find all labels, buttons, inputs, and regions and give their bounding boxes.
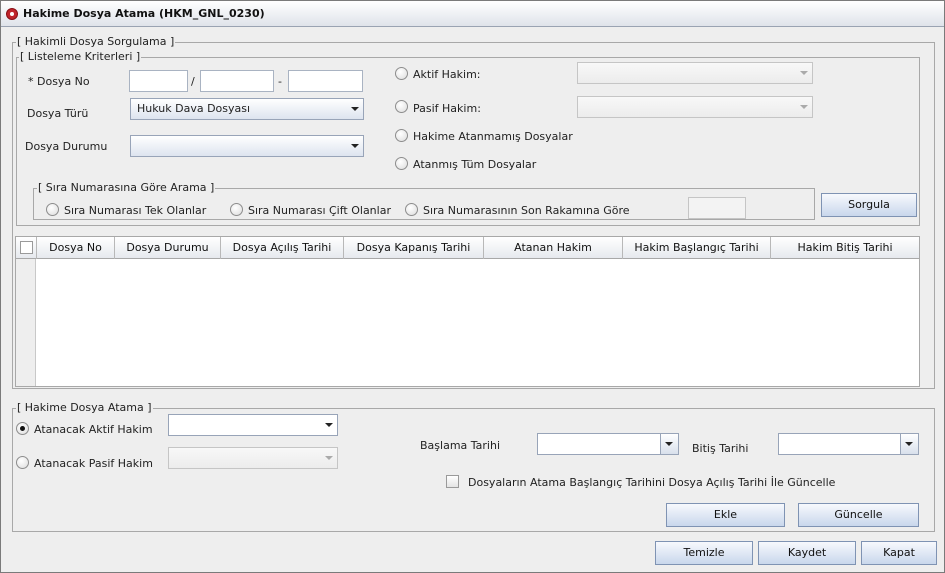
atanmamis-dosyalar-radio[interactable] [395,129,408,142]
sira-cift-label: Sıra Numarası Çift Olanlar [248,204,391,217]
atanacak-aktif-hakim-radio[interactable] [16,422,29,435]
atanacak-pasif-hakim-select[interactable] [168,447,338,469]
date-dropdown-button[interactable] [660,434,678,454]
dosya-no-year-input[interactable] [129,70,188,92]
baslama-tarihi-label: Başlama Tarihi [420,439,501,452]
sorgula-button[interactable]: Sorgula [821,193,917,217]
chevron-down-icon [351,144,359,148]
row-gutter [16,259,36,386]
window-title: Hakime Dosya Atama (HKM_GNL_0230) [23,7,265,20]
guncelle-baslangic-label: Dosyaların Atama Başlangıç Tarihini Dosy… [468,476,836,489]
column-header[interactable]: Dosya Durumu [115,237,221,259]
title-bar: Hakime Dosya Atama (HKM_GNL_0230) [1,1,944,27]
kaydet-button[interactable]: Kaydet [758,541,856,565]
atanacak-pasif-hakim-radio[interactable] [16,456,29,469]
atanacak-pasif-hakim-label: Atanacak Pasif Hakim [34,457,153,470]
app-logo-icon [6,8,18,20]
assign-group-title: [ Hakime Dosya Atama ] [16,401,153,414]
results-table[interactable]: Dosya No Dosya Durumu Dosya Açılış Tarih… [15,236,920,387]
sira-tek-radio[interactable] [46,203,59,216]
sira-son-rakam-input[interactable] [688,197,746,219]
column-header[interactable]: Hakim Bitiş Tarihi [771,237,919,259]
baslama-tarihi-date-picker[interactable] [537,433,679,455]
date-dropdown-button[interactable] [900,434,918,454]
dosya-turu-label: Dosya Türü [27,107,89,120]
column-header[interactable]: Dosya Kapanış Tarihi [344,237,484,259]
chevron-down-icon [325,423,333,427]
dosya-turu-value: Hukuk Dava Dosyası [137,102,251,115]
column-header[interactable]: Atanan Hakim [484,237,623,259]
dosya-no-label: * Dosya No [28,75,90,88]
dosya-no-number-input[interactable] [200,70,274,92]
search-group-title: [ Hakimli Dosya Sorgulama ] [16,35,176,48]
select-all-checkbox[interactable] [20,241,33,254]
sira-son-rakam-label: Sıra Numarasının Son Rakamına Göre [423,204,630,217]
table-header: Dosya No Dosya Durumu Dosya Açılış Tarih… [16,237,919,259]
aktif-hakim-radio[interactable] [395,67,408,80]
temizle-button[interactable]: Temizle [655,541,753,565]
pasif-hakim-label: Pasif Hakim: [413,102,481,115]
bitis-tarihi-label: Bitiş Tarihi [692,442,749,455]
guncelle-baslangic-checkbox[interactable] [446,475,459,488]
guncelle-button[interactable]: Güncelle [798,503,919,527]
bitis-tarihi-date-picker[interactable] [778,433,919,455]
select-all-cell[interactable] [16,237,37,259]
pasif-hakim-select[interactable] [577,96,813,118]
column-header[interactable]: Dosya Açılış Tarihi [221,237,344,259]
aktif-hakim-select[interactable] [577,62,813,84]
chevron-down-icon [905,442,913,446]
dosya-durumu-select[interactable] [130,135,364,157]
ekle-button[interactable]: Ekle [666,503,785,527]
sira-tek-label: Sıra Numarası Tek Olanlar [64,204,207,217]
dosya-durumu-label: Dosya Durumu [25,140,108,153]
aktif-hakim-label: Aktif Hakim: [413,68,481,81]
sira-son-rakam-radio[interactable] [405,203,418,216]
dosya-no-separator-dash: - [278,75,282,88]
chevron-down-icon [325,456,333,460]
atanmis-dosyalar-label: Atanmış Tüm Dosyalar [413,158,537,171]
atanmamis-dosyalar-label: Hakime Atanmamış Dosyalar [413,130,573,143]
chevron-down-icon [800,71,808,75]
criteria-group-title: [ Listeleme Kriterleri ] [19,50,142,63]
atanacak-aktif-hakim-label: Atanacak Aktif Hakim [34,423,153,436]
sira-cift-radio[interactable] [230,203,243,216]
chevron-down-icon [800,105,808,109]
column-header[interactable]: Dosya No [37,237,115,259]
chevron-down-icon [665,442,673,446]
dosya-no-separator-slash: / [191,75,195,88]
atanacak-aktif-hakim-select[interactable] [168,414,338,436]
main-window: Hakime Dosya Atama (HKM_GNL_0230) [ Haki… [0,0,945,573]
dosya-turu-select[interactable]: Hukuk Dava Dosyası [130,98,364,120]
dosya-no-suffix-input[interactable] [288,70,363,92]
chevron-down-icon [351,107,359,111]
column-header[interactable]: Hakim Başlangıç Tarihi [623,237,771,259]
pasif-hakim-radio[interactable] [395,100,408,113]
sira-group-title: [ Sıra Numarasına Göre Arama ] [37,181,216,194]
atanmis-dosyalar-radio[interactable] [395,157,408,170]
kapat-button[interactable]: Kapat [861,541,937,565]
